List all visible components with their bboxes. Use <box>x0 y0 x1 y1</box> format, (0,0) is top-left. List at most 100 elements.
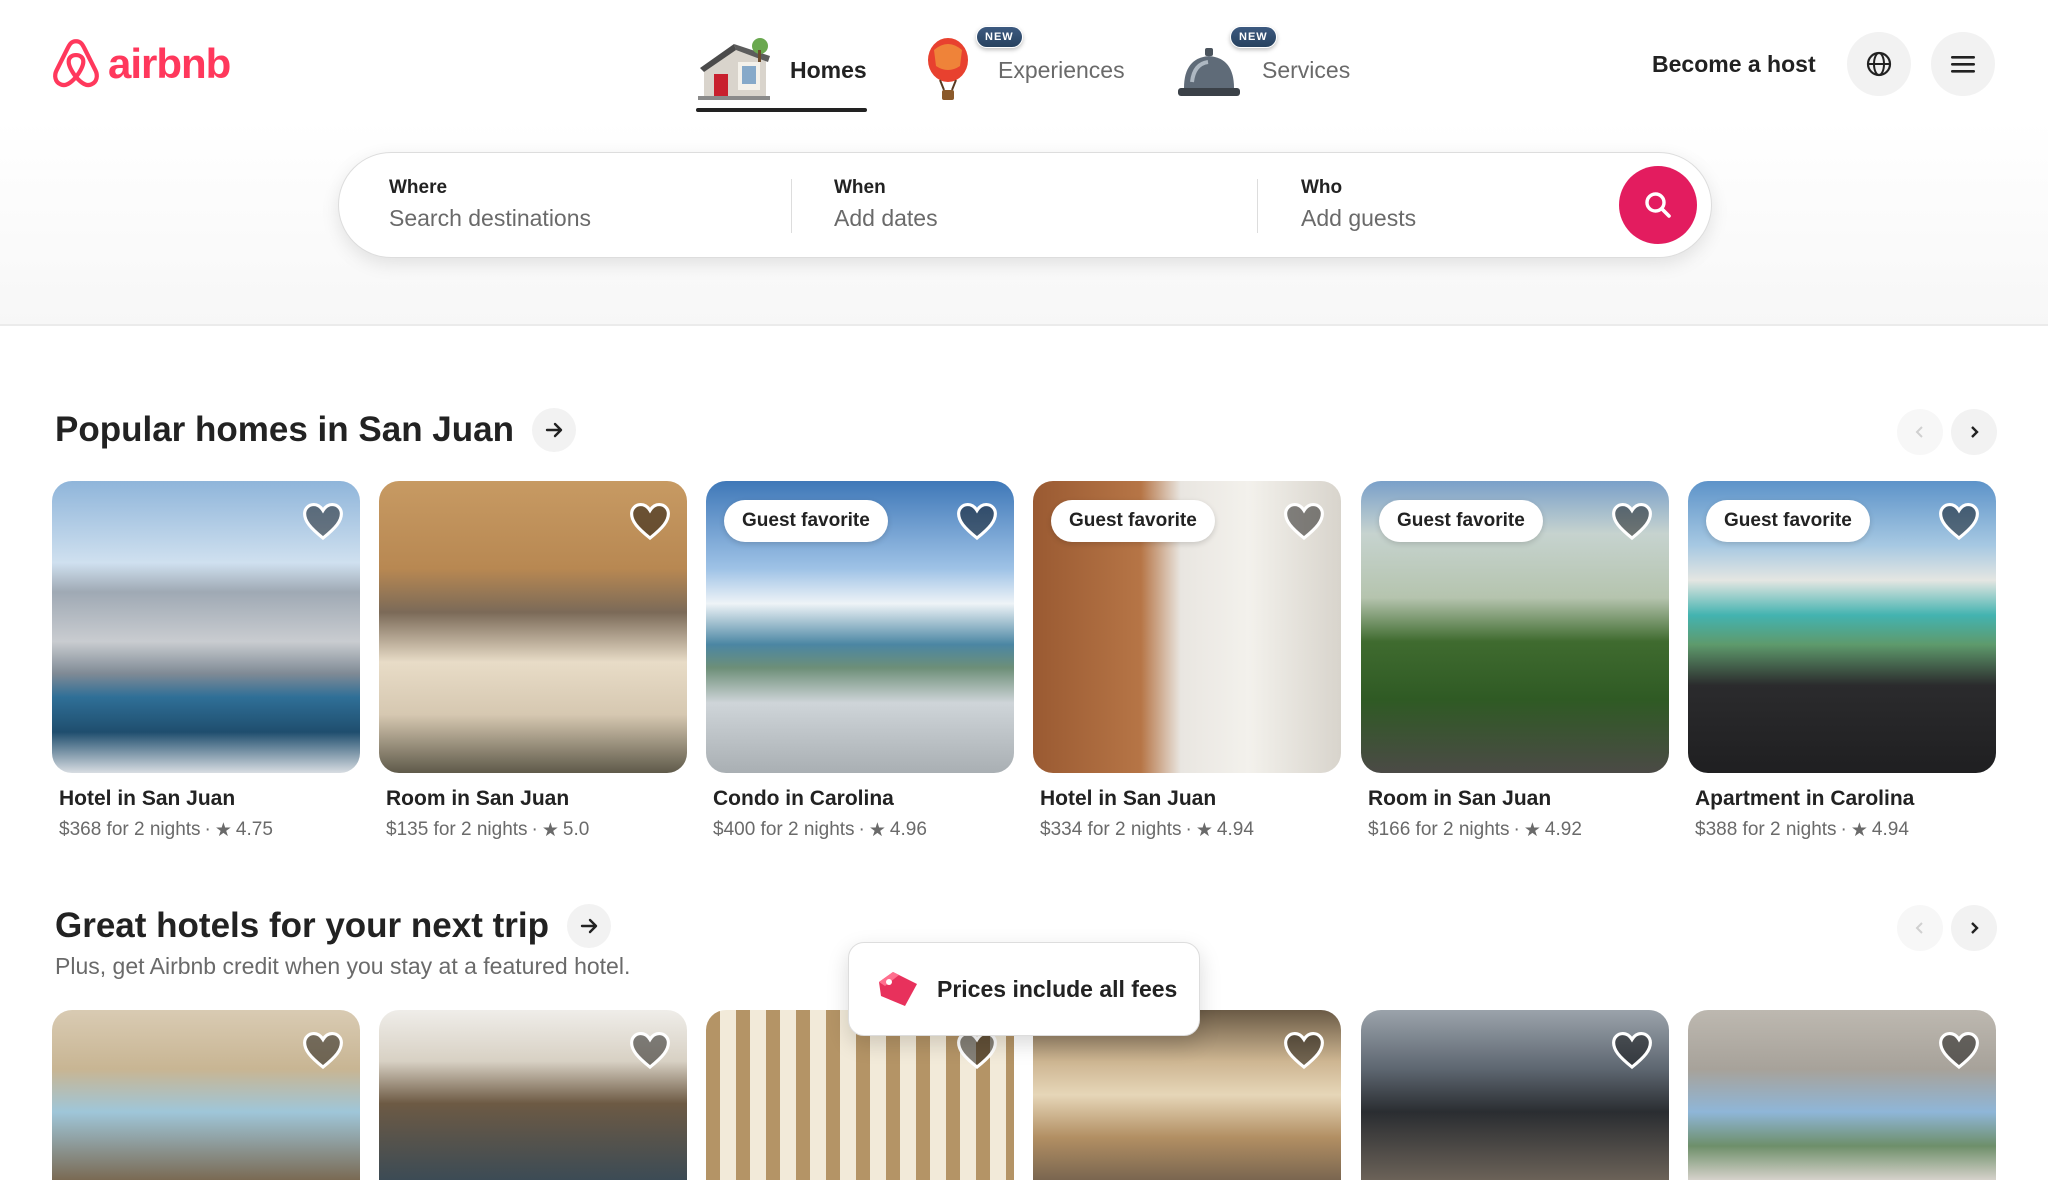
toast-text: Prices include all fees <box>937 975 1178 1002</box>
listing-title: Hotel in San Juan <box>1040 787 1217 810</box>
hotel-card[interactable] <box>1688 1010 1996 1180</box>
when-field[interactable]: When Add dates <box>834 153 1254 257</box>
listing-photo-harbor[interactable] <box>52 481 360 773</box>
search-bar: Where Search destinations When Add dates… <box>338 152 1712 258</box>
listing-photo-bedroom[interactable]: Guest favorite <box>1033 481 1341 773</box>
heart-icon[interactable] <box>1611 501 1653 541</box>
listing-card[interactable]: Room in San Juan $135 for 2 nights · ★ 5… <box>379 481 687 842</box>
heart-icon[interactable] <box>302 501 344 541</box>
separator: · <box>1840 819 1847 840</box>
hotel-photo-room-view[interactable] <box>1688 1010 1996 1180</box>
listing-card[interactable]: Guest favorite Condo in Carolina $400 fo… <box>706 481 1014 842</box>
listing-rating: 4.92 <box>1544 819 1582 840</box>
guest-favorite-badge: Guest favorite <box>1706 500 1870 542</box>
star-icon: ★ <box>214 820 232 841</box>
airbnb-logo-icon <box>53 39 99 88</box>
heart-icon[interactable] <box>1611 1030 1653 1070</box>
hotel-photo-lobby[interactable] <box>52 1010 360 1180</box>
hotel-photo-facade[interactable] <box>1361 1010 1669 1180</box>
become-a-host-link[interactable]: Become a host <box>1640 44 1828 84</box>
when-label: When <box>834 177 886 198</box>
tab-homes[interactable]: Homes <box>696 28 867 112</box>
hotel-card[interactable] <box>1361 1010 1669 1180</box>
carousel-prev-button[interactable] <box>1897 905 1943 951</box>
listing-photo-towels[interactable] <box>379 481 687 773</box>
listing-meta: $400 for 2 nights · ★ 4.96 <box>713 819 1014 842</box>
service-bell-icon: NEW <box>1174 26 1277 104</box>
language-button[interactable] <box>1847 32 1911 96</box>
listing-photo-building[interactable]: Guest favorite <box>1361 481 1669 773</box>
listing-price: $334 for 2 nights <box>1040 819 1182 840</box>
see-all-button[interactable] <box>566 904 611 948</box>
search-divider <box>1257 179 1258 233</box>
listing-price: $400 for 2 nights <box>713 819 855 840</box>
star-icon: ★ <box>541 820 559 841</box>
who-input[interactable]: Add guests <box>1301 205 1601 232</box>
price-tag-icon <box>879 972 917 1006</box>
when-input[interactable]: Add dates <box>834 205 1254 232</box>
house-icon <box>696 36 772 104</box>
hotel-card[interactable] <box>379 1010 687 1180</box>
listing-photo-balcony-ocean[interactable]: Guest favorite <box>706 481 1014 773</box>
heart-icon[interactable] <box>629 1030 671 1070</box>
listing-card[interactable]: Guest favorite Hotel in San Juan $334 fo… <box>1033 481 1341 842</box>
carousel-next-button[interactable] <box>1951 905 1997 951</box>
heart-icon[interactable] <box>1283 1030 1325 1070</box>
listing-meta: $368 for 2 nights · ★ 4.75 <box>59 819 360 842</box>
chevron-right-icon <box>1971 922 1979 934</box>
heart-icon[interactable] <box>302 1030 344 1070</box>
carousel-prev-button[interactable] <box>1897 409 1943 455</box>
tab-label: Homes <box>790 56 867 83</box>
heart-icon[interactable] <box>629 501 671 541</box>
tab-services[interactable]: NEW Services <box>1174 26 1351 112</box>
guest-favorite-badge: Guest favorite <box>1379 500 1543 542</box>
where-field[interactable]: Where Search destinations <box>389 153 779 257</box>
listing-title: Room in San Juan <box>386 787 570 810</box>
section-subtitle: Plus, get Airbnb credit when you stay at… <box>55 953 631 979</box>
airbnb-logo[interactable]: airbnb <box>50 36 231 92</box>
listing-photo-terrace[interactable]: Guest favorite <box>1688 481 1996 773</box>
separator: · <box>1185 819 1192 840</box>
main-menu-button[interactable] <box>1931 32 1995 96</box>
arrow-right-icon <box>580 918 598 934</box>
tab-experiences[interactable]: NEW Experiences <box>916 26 1125 112</box>
listing-price: $166 for 2 nights <box>1368 819 1510 840</box>
heart-icon[interactable] <box>956 1030 998 1070</box>
logo-wordmark: airbnb <box>108 40 231 87</box>
section-heading[interactable]: Popular homes in San Juan <box>55 410 514 450</box>
search-button[interactable] <box>1619 166 1697 244</box>
where-input[interactable]: Search destinations <box>389 205 779 232</box>
listing-card[interactable]: Hotel in San Juan $368 for 2 nights · ★ … <box>52 481 360 842</box>
menu-icon <box>1951 56 1975 73</box>
prices-include-fees-toast[interactable]: Prices include all fees <box>848 942 1200 1036</box>
listing-title: Condo in Carolina <box>713 787 894 810</box>
heart-icon[interactable] <box>956 501 998 541</box>
listing-card[interactable]: Guest favorite Room in San Juan $166 for… <box>1361 481 1669 842</box>
listing-meta: $388 for 2 nights · ★ 4.94 <box>1695 819 1996 842</box>
separator: · <box>204 819 211 840</box>
star-icon: ★ <box>1523 820 1541 841</box>
hotel-photo-restaurant[interactable] <box>379 1010 687 1180</box>
listing-meta: $135 for 2 nights · ★ 5.0 <box>386 819 687 842</box>
guest-favorite-badge: Guest favorite <box>724 500 888 542</box>
globe-icon <box>1866 51 1892 77</box>
heart-icon[interactable] <box>1938 1030 1980 1070</box>
heart-icon[interactable] <box>1938 501 1980 541</box>
listing-rating: 5.0 <box>562 819 590 840</box>
separator: · <box>531 819 538 840</box>
star-icon: ★ <box>1850 820 1868 841</box>
who-field[interactable]: Who Add guests <box>1301 153 1601 257</box>
heart-icon[interactable] <box>1283 501 1325 541</box>
star-icon: ★ <box>1195 820 1213 841</box>
listing-price: $135 for 2 nights <box>386 819 528 840</box>
chevron-left-icon <box>1915 922 1923 934</box>
search-divider <box>791 179 792 233</box>
carousel-next-button[interactable] <box>1951 409 1997 455</box>
tab-label: Services <box>1262 56 1351 83</box>
hotel-card[interactable] <box>52 1010 360 1180</box>
listing-card[interactable]: Guest favorite Apartment in Carolina $38… <box>1688 481 1996 842</box>
see-all-button[interactable] <box>531 408 576 452</box>
hot-air-balloon-icon: NEW <box>916 26 1023 104</box>
section-heading[interactable]: Great hotels for your next trip <box>55 906 549 946</box>
listing-title: Hotel in San Juan <box>59 787 236 810</box>
